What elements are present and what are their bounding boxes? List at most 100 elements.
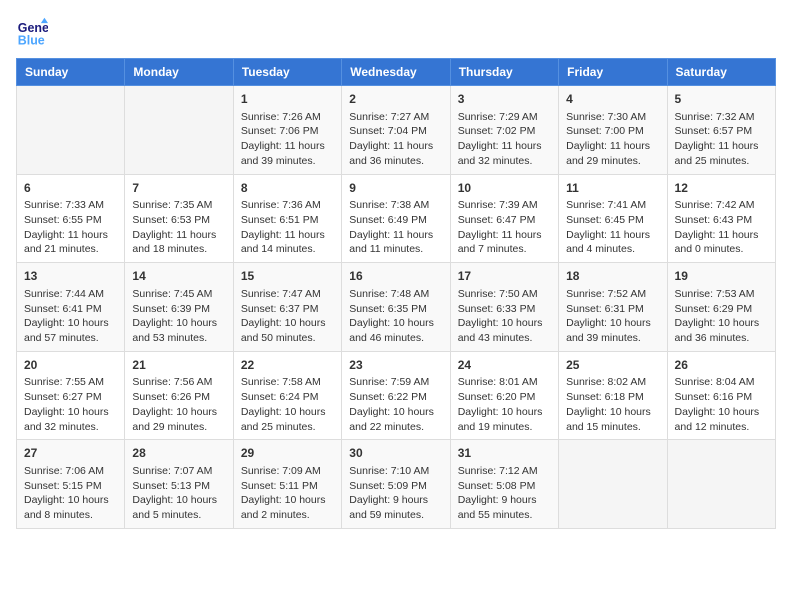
calendar-cell: 19 Sunrise: 7:53 AMSunset: 6:29 PMDayligh… (667, 263, 775, 352)
day-info: Sunrise: 8:02 AMSunset: 6:18 PMDaylight:… (566, 375, 659, 434)
calendar-table: SundayMondayTuesdayWednesdayThursdayFrid… (16, 58, 776, 529)
calendar-cell: 31 Sunrise: 7:12 AMSunset: 5:08 PMDayligh… (450, 440, 558, 529)
day-info: Sunrise: 7:50 AMSunset: 6:33 PMDaylight:… (458, 287, 551, 346)
day-number: 4 (566, 91, 659, 108)
weekday-header-monday: Monday (125, 59, 233, 86)
weekday-header-thursday: Thursday (450, 59, 558, 86)
day-info: Sunrise: 7:27 AMSunset: 7:04 PMDaylight:… (349, 110, 442, 169)
calendar-cell (667, 440, 775, 529)
day-info: Sunrise: 7:55 AMSunset: 6:27 PMDaylight:… (24, 375, 117, 434)
day-info: Sunrise: 7:44 AMSunset: 6:41 PMDaylight:… (24, 287, 117, 346)
day-info: Sunrise: 7:45 AMSunset: 6:39 PMDaylight:… (132, 287, 225, 346)
weekday-header-friday: Friday (559, 59, 667, 86)
day-info: Sunrise: 7:59 AMSunset: 6:22 PMDaylight:… (349, 375, 442, 434)
day-number: 24 (458, 357, 551, 374)
page-header: General Blue (16, 16, 776, 48)
calendar-cell: 22Sunrise: 7:58 AMSunset: 6:24 PMDayligh… (233, 351, 341, 440)
day-number: 5 (675, 91, 768, 108)
calendar-cell: 28 Sunrise: 7:07 AMSunset: 5:13 PMDayligh… (125, 440, 233, 529)
day-number: 13 (24, 268, 117, 285)
calendar-cell: 26Sunrise: 8:04 AMSunset: 6:16 PMDayligh… (667, 351, 775, 440)
calendar-cell: 8Sunrise: 7:36 AMSunset: 6:51 PMDaylight… (233, 174, 341, 263)
calendar-cell (17, 86, 125, 175)
week-row-1: 1 Sunrise: 7:26 AMSunset: 7:06 PMDaylight… (17, 86, 776, 175)
day-number: 29 (241, 445, 334, 462)
svg-text:Blue: Blue (18, 33, 45, 47)
calendar-cell: 23Sunrise: 7:59 AMSunset: 6:22 PMDayligh… (342, 351, 450, 440)
day-number: 2 (349, 91, 442, 108)
day-number: 21 (132, 357, 225, 374)
day-info: Sunrise: 7:06 AMSunset: 5:15 PMDaylight:… (24, 464, 117, 523)
day-info: Sunrise: 7:33 AMSunset: 6:55 PMDaylight:… (24, 198, 117, 257)
day-number: 7 (132, 180, 225, 197)
day-info: Sunrise: 7:53 AMSunset: 6:29 PMDaylight:… (675, 287, 768, 346)
calendar-cell: 15Sunrise: 7:47 AMSunset: 6:37 PMDayligh… (233, 263, 341, 352)
day-number: 27 (24, 445, 117, 462)
week-row-3: 13 Sunrise: 7:44 AMSunset: 6:41 PMDayligh… (17, 263, 776, 352)
day-info: Sunrise: 7:35 AMSunset: 6:53 PMDaylight:… (132, 198, 225, 257)
calendar-cell: 20Sunrise: 7:55 AMSunset: 6:27 PMDayligh… (17, 351, 125, 440)
calendar-body: 1 Sunrise: 7:26 AMSunset: 7:06 PMDaylight… (17, 86, 776, 529)
day-number: 28 (132, 445, 225, 462)
day-number: 3 (458, 91, 551, 108)
day-info: Sunrise: 7:07 AMSunset: 5:13 PMDaylight:… (132, 464, 225, 523)
logo-icon: General Blue (16, 16, 48, 48)
day-number: 19 (675, 268, 768, 285)
calendar-cell: 4Sunrise: 7:30 AMSunset: 7:00 PMDaylight… (559, 86, 667, 175)
day-info: Sunrise: 7:52 AMSunset: 6:31 PMDaylight:… (566, 287, 659, 346)
day-number: 10 (458, 180, 551, 197)
calendar-cell: 3 Sunrise: 7:29 AMSunset: 7:02 PMDaylight… (450, 86, 558, 175)
calendar-cell: 5 Sunrise: 7:32 AMSunset: 6:57 PMDaylight… (667, 86, 775, 175)
weekday-header-saturday: Saturday (667, 59, 775, 86)
calendar-cell: 25Sunrise: 8:02 AMSunset: 6:18 PMDayligh… (559, 351, 667, 440)
day-number: 14 (132, 268, 225, 285)
day-number: 22 (241, 357, 334, 374)
day-info: Sunrise: 7:10 AMSunset: 5:09 PMDaylight:… (349, 464, 442, 523)
calendar-cell: 11Sunrise: 7:41 AMSunset: 6:45 PMDayligh… (559, 174, 667, 263)
calendar-cell: 13 Sunrise: 7:44 AMSunset: 6:41 PMDayligh… (17, 263, 125, 352)
calendar-cell: 16Sunrise: 7:48 AMSunset: 6:35 PMDayligh… (342, 263, 450, 352)
day-info: Sunrise: 7:36 AMSunset: 6:51 PMDaylight:… (241, 198, 334, 257)
day-number: 1 (241, 91, 334, 108)
day-number: 25 (566, 357, 659, 374)
day-info: Sunrise: 8:04 AMSunset: 6:16 PMDaylight:… (675, 375, 768, 434)
calendar-cell: 10Sunrise: 7:39 AMSunset: 6:47 PMDayligh… (450, 174, 558, 263)
day-info: Sunrise: 7:42 AMSunset: 6:43 PMDaylight:… (675, 198, 768, 257)
day-info: Sunrise: 7:39 AMSunset: 6:47 PMDaylight:… (458, 198, 551, 257)
day-number: 30 (349, 445, 442, 462)
calendar-cell: 17 Sunrise: 7:50 AMSunset: 6:33 PMDayligh… (450, 263, 558, 352)
calendar-cell: 6Sunrise: 7:33 AMSunset: 6:55 PMDaylight… (17, 174, 125, 263)
week-row-2: 6Sunrise: 7:33 AMSunset: 6:55 PMDaylight… (17, 174, 776, 263)
day-number: 26 (675, 357, 768, 374)
day-info: Sunrise: 8:01 AMSunset: 6:20 PMDaylight:… (458, 375, 551, 434)
day-info: Sunrise: 7:12 AMSunset: 5:08 PMDaylight:… (458, 464, 551, 523)
calendar-cell: 18Sunrise: 7:52 AMSunset: 6:31 PMDayligh… (559, 263, 667, 352)
calendar-cell: 27 Sunrise: 7:06 AMSunset: 5:15 PMDayligh… (17, 440, 125, 529)
calendar-cell: 1 Sunrise: 7:26 AMSunset: 7:06 PMDaylight… (233, 86, 341, 175)
day-number: 9 (349, 180, 442, 197)
day-info: Sunrise: 7:26 AMSunset: 7:06 PMDaylight:… (241, 110, 334, 169)
day-number: 6 (24, 180, 117, 197)
calendar-cell: 12Sunrise: 7:42 AMSunset: 6:43 PMDayligh… (667, 174, 775, 263)
week-row-5: 27 Sunrise: 7:06 AMSunset: 5:15 PMDayligh… (17, 440, 776, 529)
logo: General Blue (16, 16, 52, 48)
day-number: 17 (458, 268, 551, 285)
day-number: 12 (675, 180, 768, 197)
day-info: Sunrise: 7:09 AMSunset: 5:11 PMDaylight:… (241, 464, 334, 523)
calendar-cell: 9Sunrise: 7:38 AMSunset: 6:49 PMDaylight… (342, 174, 450, 263)
calendar-cell: 21Sunrise: 7:56 AMSunset: 6:26 PMDayligh… (125, 351, 233, 440)
day-info: Sunrise: 7:58 AMSunset: 6:24 PMDaylight:… (241, 375, 334, 434)
calendar-cell: 2 Sunrise: 7:27 AMSunset: 7:04 PMDaylight… (342, 86, 450, 175)
day-number: 23 (349, 357, 442, 374)
calendar-cell (559, 440, 667, 529)
day-info: Sunrise: 7:29 AMSunset: 7:02 PMDaylight:… (458, 110, 551, 169)
day-info: Sunrise: 7:38 AMSunset: 6:49 PMDaylight:… (349, 198, 442, 257)
calendar-cell: 30 Sunrise: 7:10 AMSunset: 5:09 PMDayligh… (342, 440, 450, 529)
day-info: Sunrise: 7:47 AMSunset: 6:37 PMDaylight:… (241, 287, 334, 346)
day-number: 8 (241, 180, 334, 197)
day-info: Sunrise: 7:32 AMSunset: 6:57 PMDaylight:… (675, 110, 768, 169)
week-row-4: 20Sunrise: 7:55 AMSunset: 6:27 PMDayligh… (17, 351, 776, 440)
weekday-header-row: SundayMondayTuesdayWednesdayThursdayFrid… (17, 59, 776, 86)
day-number: 31 (458, 445, 551, 462)
day-number: 20 (24, 357, 117, 374)
